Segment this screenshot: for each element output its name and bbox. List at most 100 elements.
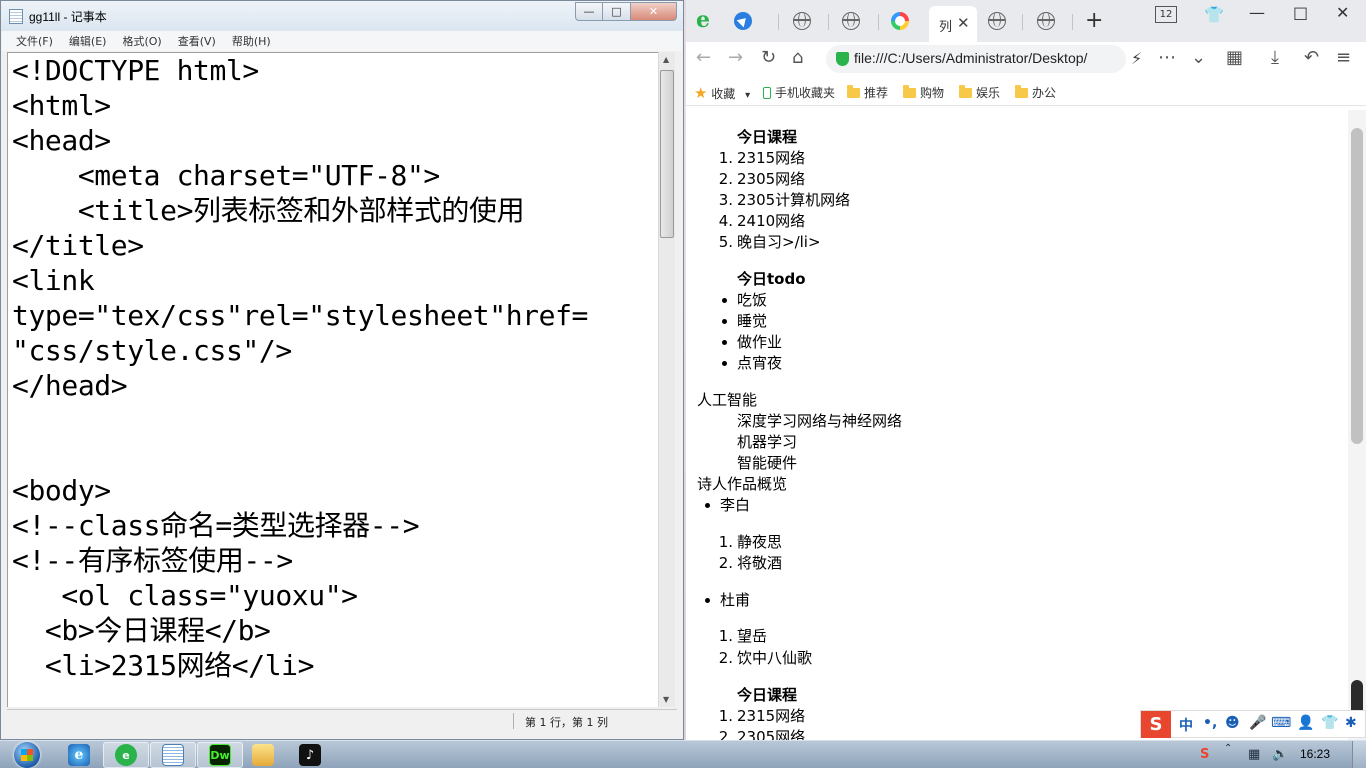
sogou-logo-icon[interactable]: S	[1141, 711, 1171, 738]
bookmark-label: 手机收藏夹	[775, 86, 836, 100]
list-item: 睡觉	[721, 312, 768, 330]
code-line: <!DOCTYPE html>	[12, 54, 259, 87]
home-icon[interactable]: ⌂	[792, 47, 803, 68]
notepad-titlebar[interactable]: gg11ll - 记事本 — □ ✕	[1, 1, 683, 31]
microphone-icon[interactable]: 🎤	[1249, 715, 1266, 731]
active-tab[interactable]: 列 ✕	[929, 6, 977, 42]
notepad-text-area[interactable]: <!DOCTYPE html> <html> <head> <meta char…	[7, 52, 658, 707]
show-desktop-button[interactable]	[1352, 741, 1366, 768]
taskbar-360[interactable]: e	[103, 742, 149, 768]
forward-icon[interactable]: →	[728, 47, 743, 68]
keyboard-icon[interactable]: ⌨	[1271, 715, 1291, 731]
start-button[interactable]	[8, 741, 46, 768]
browser-logo-icon[interactable]: e	[696, 9, 718, 31]
taskbar-explorer[interactable]	[240, 742, 286, 768]
scroll-down-icon[interactable]: ▼	[663, 695, 669, 704]
taskbar-notepad[interactable]	[150, 742, 196, 768]
new-tab-button[interactable]: +	[1085, 8, 1103, 33]
address-bar[interactable]: file:///C:/Users/Administrator/Desktop/	[826, 45, 1126, 73]
taskbar-tiktok[interactable]: ♪	[287, 742, 333, 768]
skin-icon[interactable]: 👕	[1204, 5, 1224, 24]
browser-maximize-button[interactable]: □	[1293, 3, 1308, 22]
browser-vertical-scrollbar[interactable]	[1348, 110, 1366, 740]
browser-scroll-thumb[interactable]	[1351, 128, 1363, 444]
url-text[interactable]: file:///C:/Users/Administrator/Desktop/	[854, 50, 1087, 66]
browser-close-button[interactable]: ✕	[1336, 3, 1349, 22]
undo-icon[interactable]: ↶	[1304, 47, 1319, 68]
list-item: 晚自习>/li>	[737, 233, 821, 251]
globe-tab-icon[interactable]	[793, 12, 811, 30]
browser-window: e 列 ✕ + 12 👕 — □ ✕ ← → ↻ ⌂ file:///C:/Us…	[686, 0, 1366, 740]
tab-count-badge[interactable]: 12	[1155, 6, 1177, 23]
notepad-window-buttons: — □ ✕	[575, 2, 677, 21]
chevron-down-icon[interactable]: ⌄	[1191, 47, 1206, 68]
network-icon[interactable]: ▦	[1248, 747, 1260, 762]
bookmark-folder[interactable]: 娱乐	[959, 84, 1000, 101]
reload-icon[interactable]: ↻	[761, 47, 776, 68]
ie-icon: e	[68, 744, 90, 766]
skin-icon[interactable]: 👕	[1321, 715, 1338, 731]
colorful-tab-icon[interactable]	[891, 12, 909, 30]
notepad-title: gg11ll - 记事本	[29, 10, 107, 24]
code-line: <meta charset="UTF-8">	[12, 159, 440, 192]
code-line: <title>列表标签和外部样式的使用	[12, 194, 525, 227]
tab-close-icon[interactable]: ✕	[957, 14, 970, 32]
back-icon[interactable]: ←	[696, 47, 711, 68]
caret-down-icon: ▾	[745, 90, 751, 101]
menu-view[interactable]: 查看(V)	[170, 33, 224, 49]
code-line: <li>2315网络</li>	[12, 649, 315, 682]
globe-tab-icon[interactable]	[1037, 12, 1055, 30]
list-number: 2.	[718, 554, 733, 572]
notepad-scroll-thumb[interactable]	[660, 70, 674, 238]
menu-help[interactable]: 帮助(H)	[224, 33, 279, 49]
bookmark-folder[interactable]: 推荐	[847, 84, 888, 101]
taskbar-dreamweaver[interactable]: Dw	[197, 742, 243, 768]
toolbox-icon[interactable]: ✱	[1345, 715, 1357, 731]
bookmark-favorites[interactable]: ★ 收藏 ▾	[694, 84, 750, 102]
menu-icon[interactable]: ≡	[1336, 47, 1351, 68]
phone-icon	[763, 87, 771, 99]
browser-minimize-button[interactable]: —	[1249, 3, 1265, 22]
bookmark-mobile[interactable]: 手机收藏夹	[763, 84, 835, 101]
menu-edit[interactable]: 编辑(E)	[61, 33, 115, 49]
bolt-icon[interactable]: ⚡	[1131, 49, 1142, 68]
status-separator	[513, 713, 514, 729]
notepad-vertical-scrollbar[interactable]: ▲ ▼	[658, 52, 675, 707]
taskbar-ie[interactable]: e	[56, 742, 102, 768]
list-number: 2.	[718, 170, 733, 188]
menu-format[interactable]: 格式(O)	[114, 33, 169, 49]
code-line: <link	[12, 264, 95, 297]
globe-tab-icon[interactable]	[842, 12, 860, 30]
tray-expand-icon[interactable]: ⌃	[1224, 743, 1232, 754]
code-line: <html>	[12, 89, 111, 122]
emoji-icon[interactable]: ☻	[1225, 715, 1240, 731]
navigation-tab-icon[interactable]	[734, 12, 752, 30]
bookmark-folder[interactable]: 办公	[1015, 84, 1056, 101]
clock[interactable]: 16:23	[1300, 747, 1330, 761]
download-icon[interactable]: ⤓	[1271, 47, 1279, 68]
section-heading: 诗人作品概览	[697, 475, 788, 493]
bookmark-label: 购物	[920, 86, 945, 100]
sogou-tray-icon[interactable]: S	[1200, 747, 1209, 762]
menu-file[interactable]: 文件(F)	[8, 33, 61, 49]
more-icon[interactable]: ⋯	[1158, 47, 1176, 68]
globe-tab-icon[interactable]	[988, 12, 1006, 30]
punctuation-icon[interactable]: •,	[1203, 715, 1217, 731]
list-number: 1.	[718, 627, 733, 645]
volume-icon[interactable]: 🔊	[1272, 747, 1288, 762]
bookmark-folder[interactable]: 购物	[903, 84, 944, 101]
code-line: <head>	[12, 124, 111, 157]
ime-mode-toggle[interactable]: 中	[1179, 715, 1193, 735]
list-item: 做作业	[721, 333, 783, 351]
scroll-up-icon[interactable]: ▲	[663, 55, 669, 64]
bookmark-label: 娱乐	[976, 86, 1001, 100]
apps-grid-icon[interactable]: ▦	[1226, 47, 1243, 68]
bookmarks-bar: ★ 收藏 ▾ 手机收藏夹 推荐 购物 娱乐 办公	[686, 78, 1366, 106]
poet-item: 李白	[704, 496, 751, 514]
notepad-minimize-button[interactable]: —	[575, 2, 603, 21]
definition-item: 智能硬件	[737, 454, 798, 472]
notepad-maximize-button[interactable]: □	[603, 2, 631, 21]
user-icon[interactable]: 👤	[1297, 715, 1314, 731]
list-number: 3.	[718, 191, 733, 209]
notepad-close-button[interactable]: ✕	[631, 2, 677, 21]
